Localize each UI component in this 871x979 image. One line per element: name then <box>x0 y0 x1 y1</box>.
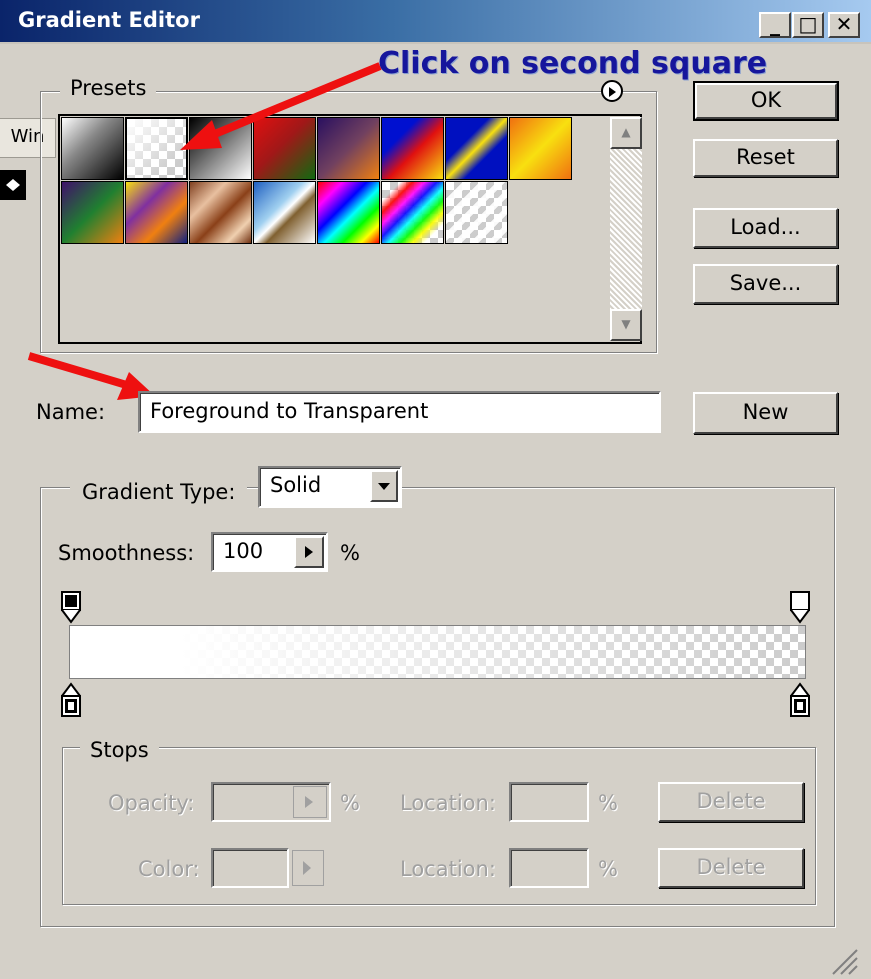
color-stop-right[interactable] <box>789 682 811 718</box>
flyout-arrow-icon <box>609 87 616 97</box>
opacity-stop-left[interactable] <box>60 590 82 624</box>
presets-scrollbar[interactable]: ▲ ▼ <box>610 117 642 341</box>
color-location-label: Location: <box>400 857 496 881</box>
load-button[interactable]: Load... <box>693 208 838 248</box>
background-palette-icon <box>0 170 26 200</box>
opacity-stop-right[interactable] <box>789 590 811 624</box>
presets-menu-button[interactable] <box>601 80 623 102</box>
gradient-type-dropdown-button[interactable] <box>370 470 398 502</box>
reset-button-label: Reset <box>736 145 795 169</box>
chevron-down-icon <box>378 483 390 490</box>
name-label: Name: <box>36 400 106 424</box>
color-location-unit: % <box>598 857 618 881</box>
preset-yellow-violet-orange-blue[interactable] <box>125 181 188 244</box>
play-arrow-icon <box>303 861 311 875</box>
preset-chrome[interactable] <box>253 181 316 244</box>
preset-transparent-stripes[interactable] <box>445 181 508 244</box>
preset-blue-yellow-blue[interactable] <box>445 117 508 180</box>
opacity-delete-label: Delete <box>696 789 766 813</box>
presets-label: Presets <box>60 76 157 100</box>
preset-transparent-rainbow[interactable] <box>381 181 444 244</box>
preset-spectrum[interactable] <box>317 181 380 244</box>
ok-button-label: OK <box>750 88 782 112</box>
opacity-input[interactable] <box>211 782 331 822</box>
scroll-up-icon: ▲ <box>621 125 631 139</box>
reset-button[interactable]: Reset <box>693 139 838 177</box>
smoothness-label: Smoothness: <box>58 541 195 565</box>
ok-button[interactable]: OK <box>693 81 839 121</box>
smoothness-slider-button[interactable] <box>294 536 324 568</box>
preset-copper[interactable] <box>189 181 252 244</box>
color-menu-button[interactable] <box>292 850 324 886</box>
maximize-button[interactable]: □ <box>792 12 824 38</box>
name-field[interactable]: Foreground to Transparent <box>138 391 661 433</box>
window-title: Gradient Editor <box>18 8 200 32</box>
preset-foreground-to-background[interactable] <box>61 117 124 180</box>
scroll-up-button[interactable]: ▲ <box>610 117 642 149</box>
smoothness-unit: % <box>340 541 360 565</box>
name-field-value: Foreground to Transparent <box>150 399 429 423</box>
save-button-label: Save... <box>729 271 802 295</box>
opacity-unit: % <box>340 791 360 815</box>
stops-label: Stops <box>80 738 159 762</box>
smoothness-value: 100 <box>223 539 264 563</box>
color-location-input[interactable] <box>509 848 589 888</box>
preset-blue-red-yellow[interactable] <box>381 117 444 180</box>
gradient-preview-bar[interactable] <box>69 625 806 679</box>
opacity-delete-button[interactable]: Delete <box>658 782 804 822</box>
color-stop-left[interactable] <box>60 682 82 718</box>
navigator-icon <box>6 179 20 191</box>
opacity-label: Opacity: <box>108 791 195 815</box>
opacity-location-input[interactable] <box>509 782 589 822</box>
gradient-type-label: Gradient Type: <box>70 480 248 504</box>
smoothness-input[interactable]: 100 <box>211 532 328 572</box>
annotation-click-hint: Click on second square <box>378 46 768 81</box>
maximize-icon: □ <box>798 12 818 36</box>
scroll-down-icon: ▼ <box>621 317 631 331</box>
close-button[interactable]: ✕ <box>828 12 860 38</box>
save-button[interactable]: Save... <box>693 264 838 304</box>
title-bar[interactable]: Gradient Editor _ □ ✕ <box>0 0 871 44</box>
opacity-slider-button[interactable] <box>293 786 327 818</box>
minimize-button[interactable]: _ <box>759 12 791 38</box>
minimize-icon: _ <box>770 12 780 36</box>
color-label: Color: <box>138 857 200 881</box>
annotation-arrow-to-swatch <box>180 62 382 150</box>
color-swatch-input[interactable] <box>211 848 289 888</box>
close-icon: ✕ <box>835 12 853 36</box>
load-button-label: Load... <box>730 215 801 239</box>
new-button-label: New <box>742 400 789 424</box>
new-button[interactable]: New <box>693 392 838 434</box>
gradient-type-select[interactable]: Solid <box>258 466 402 508</box>
preset-orange-yellow-orange[interactable] <box>509 117 572 180</box>
play-arrow-icon <box>305 796 313 808</box>
resize-grip-icon[interactable] <box>829 946 859 976</box>
scroll-down-button[interactable]: ▼ <box>610 309 642 341</box>
gradient-type-value: Solid <box>270 473 322 497</box>
color-delete-button[interactable]: Delete <box>658 848 804 888</box>
opacity-location-label: Location: <box>400 791 496 815</box>
preset-violet-green-orange[interactable] <box>61 181 124 244</box>
color-delete-label: Delete <box>696 855 766 879</box>
play-arrow-icon <box>305 546 313 558</box>
opacity-location-unit: % <box>598 791 618 815</box>
